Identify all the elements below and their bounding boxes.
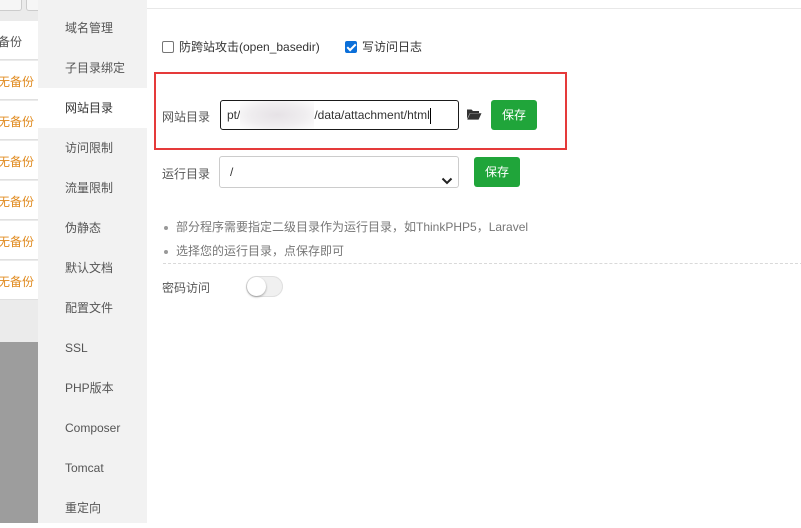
sidebar-item[interactable]: 配置文件 xyxy=(38,288,147,328)
site-dir-value-prefix: pt/ xyxy=(227,108,241,122)
toggle-knob xyxy=(247,277,266,296)
open-basedir-checkbox[interactable] xyxy=(162,40,174,53)
background-page: 备份 无备份 无备份 无备份 无备份 无备份 无备份 xyxy=(0,0,48,523)
access-log-label: 写访问日志 xyxy=(362,40,423,54)
settings-sidebar: 域名管理 子目录绑定 网站目录 访问限制 流量限制 伪静态 默认文档 配置文件 SSL PHP版本… xyxy=(38,0,147,523)
chevron-down-icon xyxy=(441,167,453,185)
access-log-option[interactable]: 写访问日志 xyxy=(345,38,422,55)
bullet-icon xyxy=(164,249,168,254)
backup-status-row: 无备份 xyxy=(0,261,38,300)
backup-status-row: 无备份 xyxy=(0,181,38,220)
bullet-icon xyxy=(164,225,168,230)
backup-status-text: 无备份 xyxy=(0,235,35,249)
dialog-header-bar xyxy=(147,0,801,9)
tip-text: 部分程序需要指定二级目录作为运行目录，如ThinkPHP5，Laravel xyxy=(176,220,529,234)
sidebar-item[interactable]: 访问限制 xyxy=(38,128,147,168)
sidebar-item[interactable]: 子目录绑定 xyxy=(38,48,147,88)
password-access-label: 密码访问 xyxy=(162,281,211,295)
backup-status-text: 无备份 xyxy=(0,75,35,89)
modal-overlay xyxy=(0,342,38,523)
site-dir-value-suffix: /data/attachment/html xyxy=(314,108,430,122)
run-dir-select[interactable]: / xyxy=(219,156,459,188)
backup-status-text: 备份 xyxy=(0,35,23,49)
save-run-dir-button[interactable]: 保存 xyxy=(474,157,520,187)
open-basedir-option[interactable]: 防跨站攻击(open_basedir) xyxy=(162,38,320,55)
sidebar-item[interactable]: Tomcat xyxy=(38,448,147,488)
background-button xyxy=(0,0,22,11)
backup-status-text: 无备份 xyxy=(0,275,35,289)
backup-status-text: 无备份 xyxy=(0,115,35,129)
sidebar-item[interactable]: 默认文档 xyxy=(38,248,147,288)
text-caret xyxy=(429,107,431,124)
backup-status-row: 备份 xyxy=(0,21,38,60)
tip-item: 部分程序需要指定二级目录作为运行目录，如ThinkPHP5，Laravel xyxy=(164,218,528,235)
access-log-checkbox[interactable] xyxy=(345,40,357,53)
folder-open-icon[interactable] xyxy=(466,107,482,121)
redacted-path-segment xyxy=(240,101,315,129)
sidebar-item[interactable]: 重定向 xyxy=(38,488,147,528)
sidebar-item[interactable]: Composer xyxy=(38,408,147,448)
backup-status-row: 无备份 xyxy=(0,221,38,260)
site-dir-input[interactable]: pt/ /data/attachment/html xyxy=(220,100,459,130)
sidebar-item[interactable]: 域名管理 xyxy=(38,8,147,48)
backup-status-row: 无备份 xyxy=(0,101,38,140)
sidebar-item[interactable]: 伪静态 xyxy=(38,208,147,248)
sidebar-item[interactable]: PHP版本 xyxy=(38,368,147,408)
backup-status-text: 无备份 xyxy=(0,155,35,169)
sidebar-item[interactable]: 流量限制 xyxy=(38,168,147,208)
save-site-dir-button[interactable]: 保存 xyxy=(491,100,537,130)
site-dir-label: 网站目录 xyxy=(162,110,211,124)
open-basedir-label: 防跨站攻击(open_basedir) xyxy=(179,40,320,54)
sidebar-item[interactable]: SSL xyxy=(38,328,147,368)
run-dir-selected: / xyxy=(230,165,234,179)
password-access-toggle[interactable] xyxy=(246,276,283,297)
run-dir-label: 运行目录 xyxy=(162,167,211,181)
section-divider xyxy=(163,263,801,264)
tip-item: 选择您的运行目录，点保存即可 xyxy=(164,242,344,259)
backup-status-text: 无备份 xyxy=(0,195,35,209)
backup-status-row: 无备份 xyxy=(0,141,38,180)
tip-text: 选择您的运行目录，点保存即可 xyxy=(176,244,345,258)
sidebar-item[interactable]: 网站目录 xyxy=(38,88,147,128)
backup-status-row: 无备份 xyxy=(0,61,38,100)
